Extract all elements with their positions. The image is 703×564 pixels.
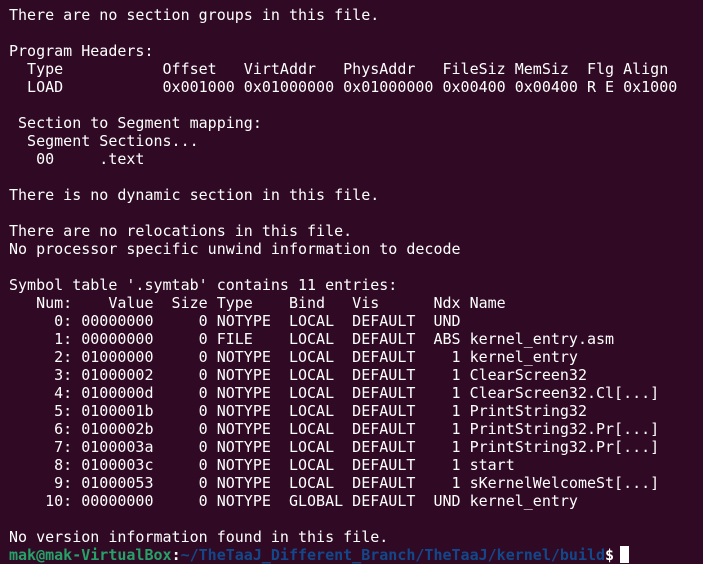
output-line: 3: 01000002 0 NOTYPE LOCAL DEFAULT 1 Cle…: [9, 366, 587, 384]
output-line: Program Headers:: [9, 42, 154, 60]
terminal-window[interactable]: There are no section groups in this file…: [0, 0, 703, 564]
prompt-dollar: $: [605, 546, 615, 564]
output-line: There is no dynamic section in this file…: [9, 186, 380, 204]
output-line: 1: 00000000 0 FILE LOCAL DEFAULT ABS ker…: [9, 330, 615, 348]
output-line: Segment Sections...: [9, 132, 199, 150]
output-line: 8: 0100003c 0 NOTYPE LOCAL DEFAULT 1 sta…: [9, 456, 515, 474]
output-line: 6: 0100002b 0 NOTYPE LOCAL DEFAULT 1 Pri…: [9, 420, 660, 438]
prompt-user-host: mak@mak-VirtualBox: [9, 546, 172, 564]
output-line: 2: 01000000 0 NOTYPE LOCAL DEFAULT 1 ker…: [9, 348, 578, 366]
output-line: Type Offset VirtAddr PhysAddr FileSiz Me…: [9, 60, 669, 78]
output-line: No version information found in this fil…: [9, 528, 389, 546]
output-line: 4: 0100000d 0 NOTYPE LOCAL DEFAULT 1 Cle…: [9, 384, 660, 402]
terminal-output: There are no section groups in this file…: [9, 6, 703, 546]
output-line: No processor specific unwind information…: [9, 240, 461, 258]
output-line: 7: 0100003a 0 NOTYPE LOCAL DEFAULT 1 Pri…: [9, 438, 660, 456]
output-line: There are no relocations in this file.: [9, 222, 353, 240]
output-line: There are no section groups in this file…: [9, 6, 380, 24]
prompt-colon: :: [171, 546, 181, 564]
output-line: LOAD 0x001000 0x01000000 0x01000000 0x00…: [9, 78, 678, 96]
output-line: Symbol table '.symtab' contains 11 entri…: [9, 276, 398, 294]
shell-prompt-line[interactable]: mak@mak-VirtualBox:~/TheTaaJ_Different_B…: [9, 546, 703, 564]
output-line: Num: Value Size Type Bind Vis Ndx Name: [9, 294, 506, 312]
prompt-path: ~/TheTaaJ_Different_Branch/TheTaaJ/kerne…: [180, 546, 606, 564]
output-line: Section to Segment mapping:: [9, 114, 262, 132]
output-line: 10: 00000000 0 NOTYPE GLOBAL DEFAULT UND…: [9, 492, 578, 510]
output-line: 9: 01000053 0 NOTYPE LOCAL DEFAULT 1 sKe…: [9, 474, 660, 492]
output-line: 0: 00000000 0 NOTYPE LOCAL DEFAULT UND: [9, 312, 461, 330]
output-line: 5: 0100001b 0 NOTYPE LOCAL DEFAULT 1 Pri…: [9, 402, 587, 420]
text-cursor: [620, 546, 630, 563]
output-line: 00 .text: [9, 150, 145, 168]
